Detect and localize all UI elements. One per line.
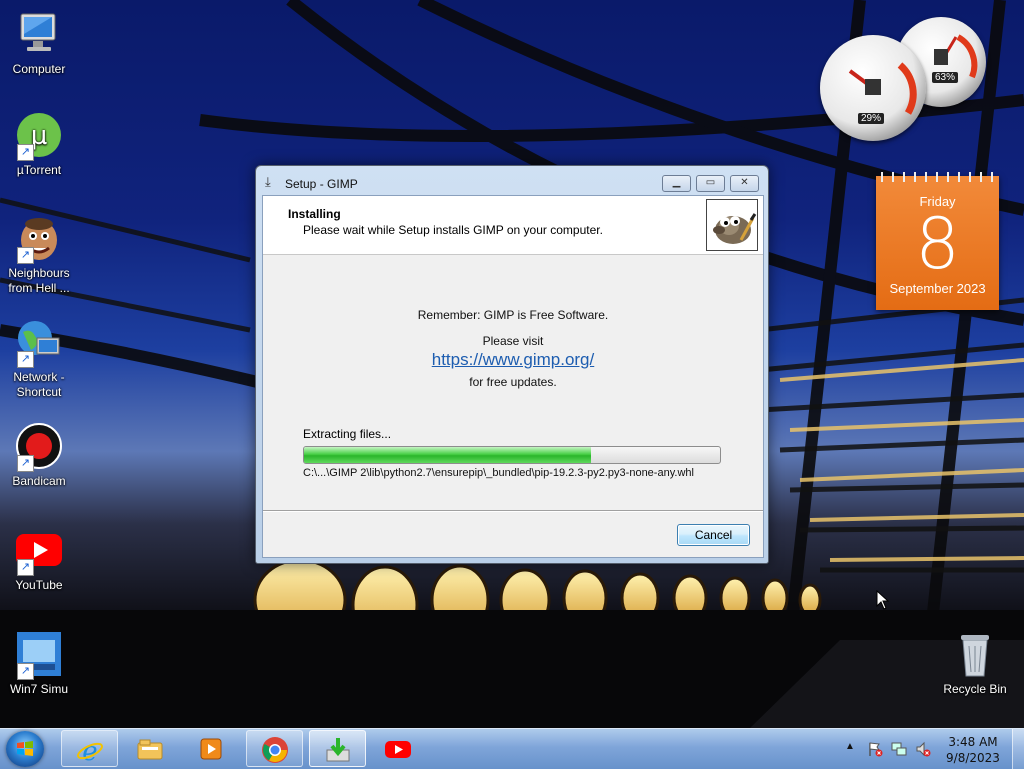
desktop-icon-network-shortcut[interactable]: ↗ Network - Shortcut <box>1 318 77 400</box>
wizard-header: Installing Please wait while Setup insta… <box>263 196 763 255</box>
desktop-icon-recycle-bin[interactable]: Recycle Bin <box>937 630 1013 697</box>
calendar-rings <box>876 172 999 182</box>
link-row: https://www.gimp.org/ <box>263 350 763 370</box>
title-bar[interactable]: ⤓ Setup - GIMP ▁ ▭ ✕ <box>256 166 768 196</box>
shortcut-arrow-icon: ↗ <box>17 144 34 161</box>
taskbar-media-player[interactable] <box>183 730 240 767</box>
installer-icon <box>326 738 350 762</box>
memory-percent: 63% <box>932 72 959 83</box>
youtube-icon: ↗ <box>15 526 63 576</box>
calendar-day: 8 <box>915 203 960 285</box>
please-visit-text: Please visit <box>482 334 544 348</box>
file-explorer-icon <box>137 739 163 760</box>
progress-fill <box>304 447 592 463</box>
wizard-client-area: Installing Please wait while Setup insta… <box>262 195 764 558</box>
shortcut-arrow-icon: ↗ <box>17 663 34 680</box>
volume-muted-icon[interactable] <box>915 741 931 757</box>
cpu-gauge-gadget[interactable]: 29% <box>820 35 926 141</box>
action-center-flag-icon[interactable] <box>867 741 883 757</box>
desktop-icon-label: Neighbours from Hell ... <box>8 266 70 295</box>
desktop-icon-label: Computer <box>12 62 66 76</box>
setup-installer-icon: ⤓ <box>265 175 271 190</box>
desktop-icon-bandicam[interactable]: ↗ Bandicam <box>1 422 77 489</box>
status-text: Extracting files... <box>303 427 392 441</box>
windows-logo-icon <box>17 741 33 756</box>
internet-explorer-icon: e <box>77 737 103 764</box>
youtube-icon <box>385 741 411 758</box>
gimp-logo-icon <box>706 199 758 251</box>
page-subtitle: Please wait while Setup installs GIMP on… <box>303 223 603 237</box>
desktop-icon-label: Network - Shortcut <box>13 370 65 399</box>
desktop-icon-utorrent[interactable]: µ ↗ µTorrent <box>1 111 77 178</box>
taskbar-gimp-setup[interactable] <box>309 730 366 767</box>
record-icon: ↗ <box>15 422 63 472</box>
shortcut-arrow-icon: ↗ <box>17 351 34 368</box>
svg-text:e: e <box>82 737 97 764</box>
cancel-button[interactable]: Cancel <box>677 524 750 546</box>
utorrent-icon: µ ↗ <box>15 111 63 161</box>
chrome-icon <box>262 737 288 763</box>
desktop-icon-neighbours-from-hell[interactable]: ↗ Neighbours from Hell ... <box>1 214 77 296</box>
current-file-path: C:\...\GIMP 2\lib\python2.7\ensurepip\_b… <box>303 467 694 479</box>
taskbar-chrome[interactable] <box>246 730 303 767</box>
clock-time: 3:48 AM <box>948 735 998 749</box>
cpu-gauge-dial <box>848 62 917 115</box>
page-title: Installing <box>288 207 341 221</box>
clock-date: 9/8/2023 <box>946 751 1000 765</box>
desktop-icon-win7-simu[interactable]: ↗ Win7 Simu <box>1 630 77 697</box>
desktop-icon-label: Win7 Simu <box>9 682 68 696</box>
windows-screen-icon: ↗ <box>15 630 63 680</box>
desktop-icon-label: Recycle Bin <box>943 682 1007 696</box>
computer-icon <box>15 10 63 58</box>
taskbar-internet-explorer[interactable]: e <box>61 730 118 767</box>
system-clock[interactable]: 3:48 AM 9/8/2023 <box>938 734 1008 766</box>
shortcut-arrow-icon: ↗ <box>17 247 34 264</box>
desktop-icon-label: Bandicam <box>12 474 66 488</box>
taskbar: e ▲ 3:48 AM 9/8/2023 <box>0 728 1024 769</box>
minimize-button[interactable]: ▁ <box>662 175 691 192</box>
shortcut-arrow-icon: ↗ <box>17 455 34 472</box>
media-player-icon <box>200 738 222 760</box>
network-status-icon[interactable] <box>891 741 907 757</box>
window-title: Setup - GIMP <box>285 177 358 191</box>
start-button[interactable] <box>6 731 44 767</box>
show-desktop-button[interactable] <box>1012 729 1024 769</box>
desktop-icon-youtube[interactable]: ↗ YouTube <box>1 526 77 593</box>
recycle-bin-icon <box>951 630 999 678</box>
free-software-notice: Remember: GIMP is Free Software. <box>417 308 609 322</box>
close-button[interactable]: ✕ <box>730 175 759 192</box>
footer-divider <box>263 510 763 512</box>
network-globe-icon: ↗ <box>15 318 63 368</box>
taskbar-youtube[interactable] <box>370 730 427 767</box>
desktop-icon-label: µTorrent <box>16 163 62 177</box>
cpu-percent: 29% <box>858 113 885 124</box>
game-character-icon: ↗ <box>15 214 63 264</box>
calendar-gadget[interactable]: Friday 8 September 2023 <box>876 172 999 310</box>
setup-gimp-window[interactable]: ⤓ Setup - GIMP ▁ ▭ ✕ Installing Please w… <box>255 165 769 564</box>
shortcut-arrow-icon: ↗ <box>17 559 34 576</box>
mouse-cursor-icon <box>876 590 890 610</box>
install-progress-bar <box>303 446 721 464</box>
taskbar-file-explorer[interactable] <box>122 730 179 767</box>
free-updates-text: for free updates. <box>469 375 557 389</box>
gimp-website-link[interactable]: https://www.gimp.org/ <box>432 350 595 369</box>
maximize-button[interactable]: ▭ <box>696 175 725 192</box>
show-hidden-icons-button[interactable]: ▲ <box>845 741 855 752</box>
calendar-month-year: September 2023 <box>889 281 986 296</box>
desktop-icon-computer[interactable]: Computer <box>1 10 77 77</box>
desktop-icon-label: YouTube <box>15 578 63 592</box>
